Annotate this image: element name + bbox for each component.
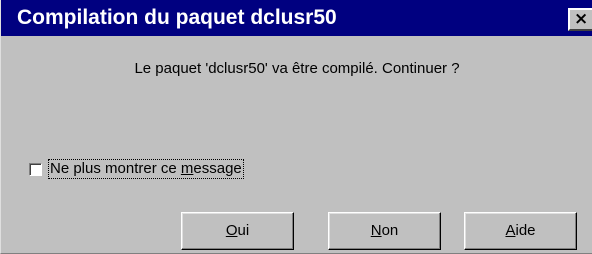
close-button[interactable]: × — [568, 8, 592, 31]
help-button[interactable]: Aide — [464, 212, 577, 250]
no-button-label: Non — [370, 222, 399, 239]
dont-show-again-checkbox[interactable] — [29, 163, 42, 176]
dialog-window: Compilation du paquet dclusr50 × Le paqu… — [0, 0, 592, 254]
dont-show-again-label[interactable]: Ne plus montrer ce message — [48, 159, 244, 179]
help-button-label: Aide — [505, 222, 536, 239]
no-button[interactable]: Non — [328, 212, 441, 250]
title-bar[interactable]: Compilation du paquet dclusr50 × — [1, 0, 592, 36]
window-title: Compilation du paquet dclusr50 — [17, 6, 337, 29]
yes-button[interactable]: Oui — [181, 212, 294, 250]
dialog-message: Le paquet 'dclusr50' va être compilé. Co… — [134, 60, 460, 77]
yes-button-label: Oui — [225, 222, 250, 239]
close-icon: × — [574, 9, 589, 29]
